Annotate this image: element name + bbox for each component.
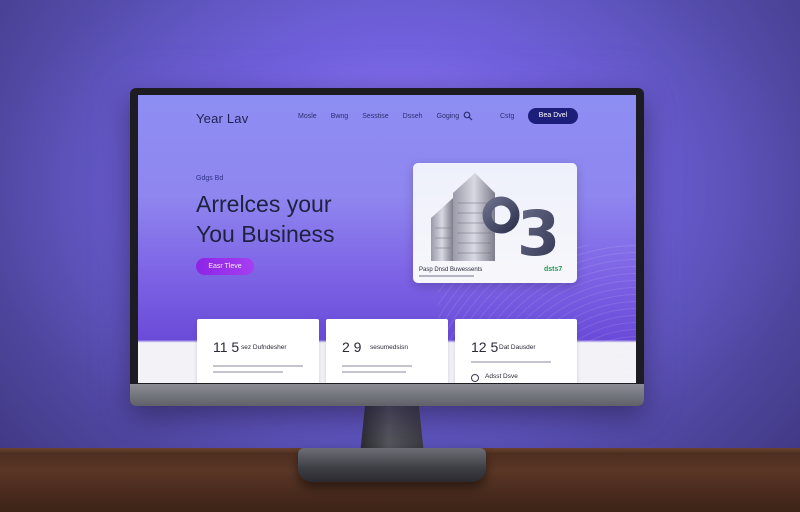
nav-cta-button[interactable]: Bea Dvel (528, 108, 578, 124)
nav-link-5[interactable]: Goging (437, 113, 460, 120)
stat-text-line (213, 371, 283, 373)
hero-card-subline (419, 275, 474, 277)
hero-image-card: 3 Pasp Dnsd Buwessents dsts7 (413, 163, 577, 283)
stat-text-line (471, 361, 551, 363)
monitor-chin (130, 384, 644, 406)
nav-links: Mosle Bwng Sesstise Dsseh Goging (298, 113, 459, 120)
stat-card-3[interactable]: 12 5 Dat Dausder Adsst Dsve (455, 319, 577, 383)
hero-headline: Arrelces your You Business (196, 189, 335, 249)
user-icon (471, 374, 479, 382)
hero-card-badge: dsts7 (544, 266, 563, 273)
stat-text-line (213, 365, 303, 367)
hero-card-caption: Pasp Dnsd Buwessents (419, 267, 483, 273)
stat-text-line (342, 371, 406, 373)
site-logo[interactable]: Year Lav (196, 111, 248, 126)
stat-value: 2 9 (342, 339, 362, 355)
search-icon[interactable] (463, 111, 473, 121)
nav-link-1[interactable]: Mosle (298, 113, 317, 120)
stat-text-line (342, 365, 412, 367)
stat-value: 11 5 (213, 339, 240, 355)
building-illustration: 3 (431, 173, 560, 270)
site-navbar: Year Lav Mosle Bwng Sesstise Dsseh Gogin… (138, 95, 636, 139)
stat-label: Dat Dausder (499, 344, 536, 351)
hero-eyebrow: Gdgs Bd (196, 175, 224, 182)
nav-link-contact[interactable]: Cstg (500, 113, 514, 120)
hero-headline-line-2: You Business (196, 221, 335, 247)
stat-footer: Adsst Dsve (485, 373, 518, 380)
nav-link-4[interactable]: Dsseh (403, 113, 423, 120)
stat-value: 12 5 (471, 339, 499, 355)
hero-card-numeral: 3 (517, 197, 560, 270)
hero-cta-button[interactable]: Easr Tleve (196, 258, 254, 275)
monitor-screen: Year Lav Mosle Bwng Sesstise Dsseh Gogin… (138, 95, 636, 383)
nav-link-2[interactable]: Bwng (331, 113, 349, 120)
monitor-stand-base (298, 448, 486, 482)
stat-card-2[interactable]: 2 9 sesumedsisn (326, 319, 448, 383)
stat-label: sez Dufndesher (241, 344, 287, 351)
stat-card-1[interactable]: 11 5 sez Dufndesher (197, 319, 319, 383)
nav-link-3[interactable]: Sesstise (362, 113, 388, 120)
stat-label: sesumedsisn (370, 344, 408, 351)
hero-headline-line-1: Arrelces your (196, 191, 332, 217)
